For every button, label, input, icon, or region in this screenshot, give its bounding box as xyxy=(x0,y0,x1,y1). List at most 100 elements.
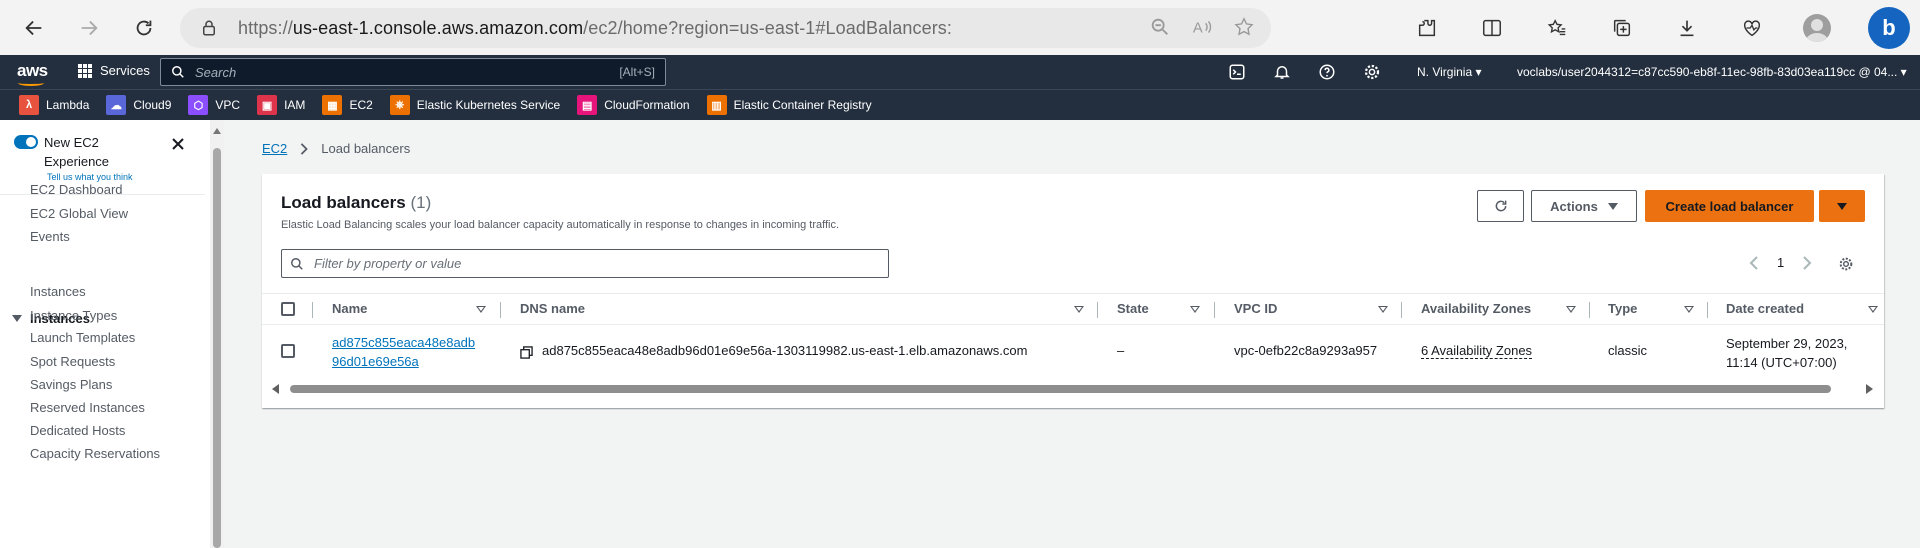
table-row[interactable]: ad875c855eaca48e8adb 96d01e69e56a ad875c8… xyxy=(262,325,1884,377)
sort-icon[interactable] xyxy=(1868,306,1878,313)
table-preferences-gear-icon[interactable] xyxy=(1838,256,1854,272)
feedback-link[interactable]: Tell us what you think xyxy=(47,172,133,182)
column-divider[interactable] xyxy=(1097,302,1098,318)
favorite-elastic-kubernetes-service[interactable]: ⎈ Elastic Kubernetes Service xyxy=(389,95,561,115)
column-header-dns-name[interactable]: DNS name xyxy=(520,301,585,316)
console-search-input[interactable]: Search [Alt+S] xyxy=(160,58,666,86)
favorite-elastic-container-registry[interactable]: ▥ Elastic Container Registry xyxy=(706,95,872,115)
services-grid-icon xyxy=(78,63,92,78)
sort-icon[interactable] xyxy=(476,306,486,313)
sidebar-item-launch-templates[interactable]: Launch Templates xyxy=(30,330,135,345)
sidebar-item-ec2-global-view[interactable]: EC2 Global View xyxy=(30,206,128,221)
sidebar-item-capacity-reservations[interactable]: Capacity Reservations xyxy=(30,446,160,461)
column-header-vpc-id[interactable]: VPC ID xyxy=(1234,301,1277,316)
column-divider[interactable] xyxy=(500,302,501,318)
column-header-name[interactable]: Name xyxy=(332,301,367,316)
favorite-label: Elastic Kubernetes Service xyxy=(416,98,561,112)
favorites-icon[interactable] xyxy=(1535,6,1579,50)
actions-button[interactable]: Actions xyxy=(1531,190,1637,222)
scroll-right-arrow-icon[interactable] xyxy=(1866,384,1873,394)
settings-gear-icon[interactable] xyxy=(1363,63,1381,81)
aws-top-navigation: aws Services Search [Alt+S] N. Virginia … xyxy=(0,55,1920,89)
column-divider[interactable] xyxy=(1707,302,1708,318)
create-load-balancer-button[interactable]: Create load balancer xyxy=(1645,190,1814,222)
sidebar-scroll-thumb[interactable] xyxy=(213,148,221,548)
column-header-date-created[interactable]: Date created xyxy=(1726,301,1804,316)
row-checkbox[interactable] xyxy=(281,344,295,358)
favorite-label: Lambda xyxy=(46,98,90,112)
filter-placeholder: Filter by property or value xyxy=(314,256,462,271)
column-header-state[interactable]: State xyxy=(1117,301,1149,316)
search-shortcut: [Alt+S] xyxy=(619,65,655,79)
scroll-up-arrow-icon[interactable] xyxy=(213,128,221,134)
close-sidebar-icon[interactable] xyxy=(168,134,188,154)
sidebar-item-instance-types[interactable]: Instance Types xyxy=(30,308,117,323)
notifications-bell-icon[interactable] xyxy=(1273,63,1291,81)
sidebar-item-savings-plans[interactable]: Savings Plans xyxy=(30,377,112,392)
previous-page-icon[interactable] xyxy=(1749,255,1759,270)
item-count: (1) xyxy=(410,193,432,212)
back-icon[interactable] xyxy=(12,6,56,50)
sidebar-item-spot-requests[interactable]: Spot Requests xyxy=(30,354,115,369)
services-menu-button[interactable]: Services xyxy=(78,63,150,78)
address-bar[interactable]: https://us-east-1.console.aws.amazon.com… xyxy=(180,8,1271,48)
current-page[interactable]: 1 xyxy=(1777,255,1784,270)
horizontal-scroll-thumb[interactable] xyxy=(290,385,1831,393)
cloudshell-icon[interactable] xyxy=(1228,63,1246,81)
scroll-left-arrow-icon[interactable] xyxy=(272,384,279,394)
refresh-button[interactable] xyxy=(1477,190,1524,222)
sidebar-item-events[interactable]: Events xyxy=(30,229,70,244)
state-value: – xyxy=(1117,343,1125,358)
column-header-type[interactable]: Type xyxy=(1608,301,1637,316)
refresh-icon[interactable] xyxy=(122,6,166,50)
column-divider[interactable] xyxy=(1214,302,1215,318)
sidebar-item-instances[interactable]: Instances xyxy=(30,284,86,299)
extensions-icon[interactable] xyxy=(1405,6,1449,50)
column-header-availability-zones[interactable]: Availability Zones xyxy=(1421,301,1531,316)
table-horizontal-scrollbar[interactable] xyxy=(262,381,1884,397)
region-selector[interactable]: N. Virginia ▾ xyxy=(1417,65,1482,79)
availability-zones-popover[interactable]: 6 Availability Zones xyxy=(1421,343,1533,359)
downloads-icon[interactable] xyxy=(1665,6,1709,50)
column-divider[interactable] xyxy=(1401,302,1402,318)
profile-avatar[interactable] xyxy=(1795,6,1839,50)
sidebar-scrollbar[interactable] xyxy=(210,120,224,548)
filter-input[interactable]: Filter by property or value xyxy=(281,249,889,278)
favorite-cloudformation[interactable]: ▤ CloudFormation xyxy=(577,95,690,115)
sort-icon[interactable] xyxy=(1378,306,1388,313)
expand-caret-icon xyxy=(12,315,22,322)
aws-logo[interactable]: aws xyxy=(17,61,48,86)
sidebar-item-dedicated-hosts[interactable]: Dedicated Hosts xyxy=(30,423,125,438)
forward-icon[interactable] xyxy=(67,6,111,50)
breadcrumb-ec2-link[interactable]: EC2 xyxy=(262,141,287,156)
favorite-iam[interactable]: ▣ IAM xyxy=(257,95,305,115)
sidebar-item-reserved-instances[interactable]: Reserved Instances xyxy=(30,400,145,415)
copy-icon[interactable] xyxy=(520,346,533,359)
new-experience-toggle[interactable] xyxy=(14,135,38,149)
account-menu[interactable]: voclabs/user2044312=c87cc590-eb8f-11ec-9… xyxy=(1517,65,1907,79)
column-divider[interactable] xyxy=(1589,302,1590,318)
split-screen-icon[interactable] xyxy=(1470,6,1514,50)
favorite-lambda[interactable]: λ Lambda xyxy=(19,95,89,115)
create-dropdown-button[interactable] xyxy=(1819,190,1865,222)
favorite-ec2[interactable]: ▦ EC2 xyxy=(322,95,373,115)
column-divider xyxy=(312,302,313,318)
favorite-cloud9[interactable]: ☁ Cloud9 xyxy=(106,95,171,115)
sort-icon[interactable] xyxy=(1190,306,1200,313)
zoom-icon[interactable] xyxy=(1149,16,1171,38)
bing-chat-icon[interactable]: b xyxy=(1868,7,1910,49)
next-page-icon[interactable] xyxy=(1802,255,1812,270)
browser-essentials-icon[interactable] xyxy=(1730,6,1774,50)
favorite-star-icon[interactable] xyxy=(1233,16,1255,38)
sidebar-item-ec2-dashboard[interactable]: EC2 Dashboard xyxy=(30,182,123,197)
sort-icon[interactable] xyxy=(1684,306,1694,313)
collections-icon[interactable] xyxy=(1600,6,1644,50)
favorite-vpc[interactable]: ⬡ VPC xyxy=(188,95,240,115)
sort-icon[interactable] xyxy=(1074,306,1084,313)
sort-icon[interactable] xyxy=(1566,306,1576,313)
select-all-checkbox[interactable] xyxy=(281,302,295,316)
help-icon[interactable] xyxy=(1318,63,1336,81)
favorite-label: EC2 xyxy=(349,98,373,112)
read-aloud-icon[interactable]: A xyxy=(1191,16,1213,38)
load-balancer-name-link[interactable]: ad875c855eaca48e8adb 96d01e69e56a xyxy=(332,333,475,371)
